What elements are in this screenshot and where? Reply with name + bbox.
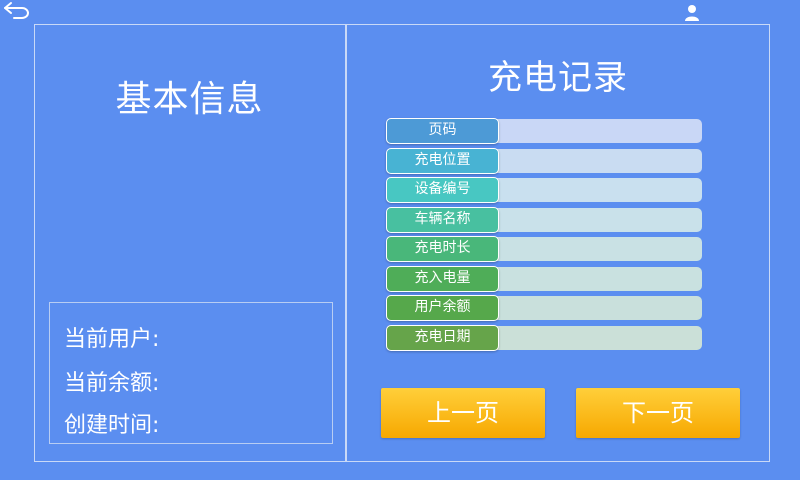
record-row: 车辆名称 xyxy=(386,206,703,233)
created-time-label: 创建时间: xyxy=(64,413,160,438)
next-page-button[interactable]: 下一页 xyxy=(576,388,740,438)
record-value-field xyxy=(486,119,702,143)
record-row: 页码 xyxy=(386,118,703,144)
charging-records-title: 充电记录 xyxy=(488,58,628,98)
basic-info-title: 基本信息 xyxy=(115,79,264,120)
record-row: 设备编号 xyxy=(386,177,703,203)
record-value-field xyxy=(486,237,702,261)
record-field-label: 充电时长 xyxy=(386,236,499,262)
balance-label: 当前余额: xyxy=(64,371,160,396)
back-arrow-icon[interactable] xyxy=(2,0,32,20)
record-value-field xyxy=(486,178,702,202)
record-field-label: 用户余额 xyxy=(386,295,499,321)
record-field-label: 充电位置 xyxy=(386,147,499,174)
record-row: 充入电量 xyxy=(386,265,703,292)
record-field-label: 设备编号 xyxy=(386,177,499,203)
prev-page-button[interactable]: 上一页 xyxy=(381,388,545,438)
user-icon[interactable] xyxy=(684,4,700,22)
record-field-label: 车辆名称 xyxy=(386,206,499,233)
user-info-box: 当前用户: 当前余额: 创建时间: xyxy=(49,302,333,444)
record-value-field xyxy=(486,325,702,350)
record-field-label: 充电日期 xyxy=(386,324,499,351)
current-user-label: 当前用户: xyxy=(64,327,160,352)
record-field-label: 充入电量 xyxy=(386,265,499,292)
record-value-field xyxy=(486,207,702,232)
record-row: 充电时长 xyxy=(386,236,703,262)
record-row: 充电位置 xyxy=(386,147,703,174)
record-row: 用户余额 xyxy=(386,295,703,321)
record-field-label: 页码 xyxy=(386,118,499,144)
record-value-field xyxy=(486,296,702,320)
record-value-field xyxy=(486,148,702,173)
record-row: 充电日期 xyxy=(386,324,703,351)
record-value-field xyxy=(486,266,702,291)
